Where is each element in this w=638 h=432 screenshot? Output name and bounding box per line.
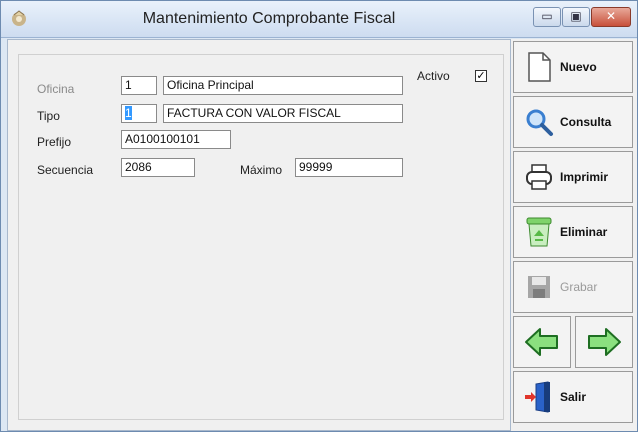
activo-checkbox[interactable]: ✓ xyxy=(475,70,487,82)
printer-icon xyxy=(524,162,554,192)
imprimir-label: Imprimir xyxy=(560,170,609,184)
window-controls: ▭ ▣ ✕ xyxy=(532,7,631,29)
maximize-button[interactable]: ▣ xyxy=(562,7,590,27)
next-button[interactable] xyxy=(575,316,633,368)
eliminar-button[interactable]: Eliminar xyxy=(513,206,633,258)
nuevo-button[interactable]: Nuevo xyxy=(513,41,633,93)
arrow-left-icon xyxy=(525,328,558,356)
consulta-button[interactable]: Consulta xyxy=(513,96,633,148)
oficina-label: Oficina xyxy=(37,82,75,96)
oficina-name-field[interactable]: Oficina Principal xyxy=(163,76,403,95)
maximize-icon: ▣ xyxy=(570,9,582,23)
grabar-button[interactable]: Grabar xyxy=(513,261,633,313)
previous-button[interactable] xyxy=(513,316,571,368)
close-icon: ✕ xyxy=(605,9,617,23)
maximo-label: Máximo xyxy=(240,163,283,177)
secuencia-label: Secuencia xyxy=(37,163,94,177)
oficina-code-field[interactable]: 1 xyxy=(121,76,157,95)
action-toolbar: Nuevo Consulta Imprimir Eliminar Grabar xyxy=(511,39,637,431)
consulta-label: Consulta xyxy=(560,115,612,129)
activo-label: Activo xyxy=(417,69,450,83)
save-disk-icon xyxy=(524,272,554,302)
navigation-group xyxy=(513,316,633,368)
form-area: Oficina 1 Oficina Principal Tipo 1 FACTU… xyxy=(7,39,511,431)
title-bar[interactable]: Mantenimiento Comprobante Fiscal ▭ ▣ ✕ xyxy=(1,1,637,38)
salir-label: Salir xyxy=(560,390,587,404)
minimize-icon: ▭ xyxy=(541,9,553,23)
tipo-code-field[interactable]: 1 xyxy=(121,104,157,123)
salir-button[interactable]: Salir xyxy=(513,371,633,423)
recycle-bin-icon xyxy=(524,217,554,247)
new-document-icon xyxy=(524,52,554,82)
eliminar-label: Eliminar xyxy=(560,225,608,239)
tipo-label: Tipo xyxy=(37,109,60,123)
window-title: Mantenimiento Comprobante Fiscal xyxy=(142,10,396,27)
exit-door-icon xyxy=(524,381,554,413)
maximo-field[interactable]: 99999 xyxy=(295,158,403,177)
application-window: Mantenimiento Comprobante Fiscal ▭ ▣ ✕ O… xyxy=(0,0,638,432)
search-icon xyxy=(524,107,554,137)
imprimir-button[interactable]: Imprimir xyxy=(513,151,633,203)
tipo-code-value: 1 xyxy=(125,106,132,120)
close-button[interactable]: ✕ xyxy=(591,7,631,27)
arrow-right-icon xyxy=(588,328,621,356)
minimize-button[interactable]: ▭ xyxy=(533,7,561,27)
prefijo-label: Prefijo xyxy=(37,135,72,149)
tipo-name-field[interactable]: FACTURA CON VALOR FISCAL xyxy=(163,104,403,123)
grabar-label: Grabar xyxy=(560,280,598,294)
nuevo-label: Nuevo xyxy=(560,60,597,74)
prefijo-field[interactable]: A0100100101 xyxy=(121,130,231,149)
form-panel: Oficina 1 Oficina Principal Tipo 1 FACTU… xyxy=(18,54,504,420)
secuencia-field[interactable]: 2086 xyxy=(121,158,195,177)
